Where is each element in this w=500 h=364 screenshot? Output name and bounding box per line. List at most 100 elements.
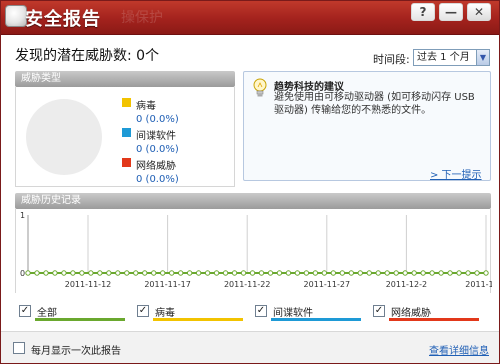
next-tip-link[interactable]: > 下一提示 [430, 166, 482, 181]
data-point [168, 270, 175, 276]
data-point [151, 270, 157, 276]
data-point [240, 270, 247, 276]
data-point [195, 270, 202, 276]
data-point [312, 270, 319, 276]
data-point [294, 270, 301, 276]
threat-pie-chart [26, 99, 102, 175]
filter-virus-checkbox[interactable]: ✓ [137, 305, 149, 317]
data-point [249, 270, 256, 276]
data-point [483, 270, 489, 276]
tip-body: 避免使用由可移动驱动器 (如可移动闪存 USB 驱动器) 传输给您的不熟悉的文件… [274, 92, 475, 116]
data-point [267, 270, 274, 276]
monthly-report-checkbox[interactable] [13, 342, 25, 354]
window-title: 安全报告 [25, 9, 101, 30]
title-bar: 安全报告 操保护 ? — ✕ [1, 1, 499, 35]
legend-item-web-threat: 网络威胁 0 (0.0%) [122, 157, 179, 185]
threat-type-panel: 病毒 0 (0.0%) 间谍软件 0 (0.0%) 网络威胁 0 (0.0%) [15, 87, 235, 187]
data-point [25, 270, 31, 276]
filter-color-line [389, 318, 479, 321]
filter-color-line [35, 318, 125, 321]
data-point [330, 270, 337, 276]
data-point [393, 270, 399, 276]
filter-label: 网络威胁 [391, 308, 431, 319]
data-point [222, 270, 229, 276]
filter-spyware-checkbox[interactable]: ✓ [255, 305, 267, 317]
data-point [79, 270, 85, 276]
data-point [456, 270, 462, 276]
data-point [438, 270, 444, 276]
data-point [285, 270, 292, 276]
data-point [133, 270, 139, 276]
data-point [43, 270, 49, 276]
monthly-report-label: 每月显示一次此报告 [31, 346, 121, 357]
data-point [447, 270, 453, 276]
legend-item-virus: 病毒 0 (0.0%) [122, 97, 179, 125]
minimize-button[interactable]: — [439, 3, 463, 21]
data-point [52, 270, 58, 276]
data-point [258, 270, 265, 276]
data-point [106, 270, 112, 276]
data-point [357, 270, 363, 276]
period-select[interactable]: 过去 1 个月 ▼ [413, 49, 490, 66]
data-point [276, 270, 283, 276]
virus-color-swatch [122, 98, 131, 107]
data-point [339, 270, 346, 276]
history-header: 威胁历史记录 [15, 193, 491, 209]
legend-label: 网络威胁 [136, 161, 176, 172]
data-point [160, 270, 166, 276]
data-point [213, 270, 220, 276]
data-point [124, 270, 130, 276]
lightbulb-icon [253, 78, 267, 97]
data-point [429, 270, 435, 276]
x-tick-label: 2011-11-27 [304, 280, 351, 289]
data-point [366, 270, 372, 276]
threat-type-header: 威胁类型 [15, 71, 235, 87]
data-point [384, 270, 390, 276]
y-tick-label: 0 [20, 269, 25, 278]
filter-color-line [153, 318, 243, 321]
data-point [204, 270, 211, 276]
filter-label: 全部 [37, 308, 57, 319]
data-point [303, 270, 310, 276]
history-line-chart: 0 1 2011-11-12 2011-11-17 2011-11-22 2011-11-… [20, 211, 492, 289]
data-point [420, 270, 426, 276]
data-point [61, 270, 67, 276]
data-point [88, 270, 94, 276]
legend-value: 0 (0.0%) [136, 144, 179, 155]
x-tick-label: 2011-11-12 [65, 280, 112, 289]
filter-all-checkbox[interactable]: ✓ [19, 305, 31, 317]
data-point [321, 270, 328, 276]
help-button[interactable]: ? [411, 3, 435, 21]
data-point [70, 270, 76, 276]
history-chart-panel: 0 1 2011-11-12 2011-11-17 2011-11-22 2011-11-… [15, 209, 492, 293]
view-details-link[interactable]: 查看详细信息 [429, 342, 489, 357]
data-point [186, 270, 193, 276]
legend-value: 0 (0.0%) [136, 174, 179, 185]
data-point [231, 270, 238, 276]
data-point [34, 270, 40, 276]
filter-web-threat-checkbox[interactable]: ✓ [373, 305, 385, 317]
title-watermark: 操保护 [121, 10, 163, 26]
filter-label: 间谍软件 [273, 308, 313, 319]
legend-item-spyware: 间谍软件 0 (0.0%) [122, 127, 179, 155]
x-tick-label: 2011-11-22 [224, 280, 271, 289]
web-threat-color-swatch [122, 158, 131, 167]
x-tick-label: 2011-11-17 [144, 280, 191, 289]
data-point [411, 270, 417, 276]
data-point [348, 270, 354, 276]
tip-panel: 趋势科技的建议 避免使用由可移动驱动器 (如可移动闪存 USB 驱动器) 传输给… [243, 71, 491, 181]
legend-label: 间谍软件 [136, 131, 176, 142]
security-report-window: 安全报告 操保护 ? — ✕ 发现的潜在威胁数: 0个 时间段: 过去 1 个月… [0, 0, 500, 364]
legend-label: 病毒 [136, 101, 156, 112]
data-point [375, 270, 381, 276]
data-point [142, 270, 148, 276]
period-label: 时间段: [373, 53, 410, 66]
app-logo-icon [5, 5, 27, 27]
filter-color-line [271, 318, 361, 321]
footer: 每月显示一次此报告 查看详细信息 [1, 331, 499, 363]
close-button[interactable]: ✕ [467, 3, 491, 21]
y-tick-label: 1 [20, 211, 25, 220]
chevron-down-icon[interactable]: ▼ [476, 50, 489, 65]
data-point [115, 270, 121, 276]
data-point [177, 270, 184, 276]
